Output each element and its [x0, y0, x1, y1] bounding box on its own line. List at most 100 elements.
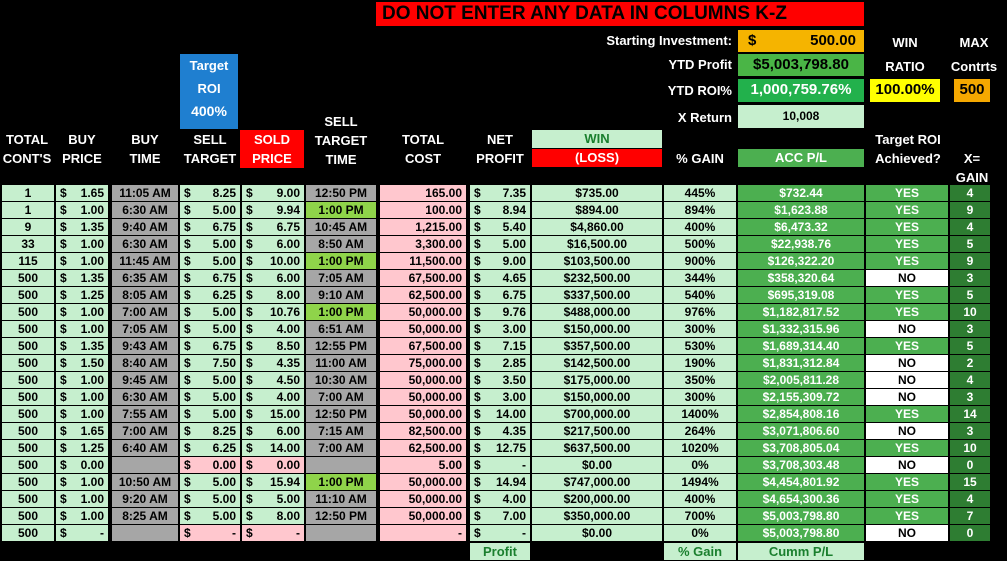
- cell-buy-price[interactable]: $1.35: [56, 270, 108, 286]
- cell-buy-time[interactable]: 8:25 AM: [112, 508, 178, 524]
- cell-target-achieved[interactable]: YES: [866, 474, 948, 490]
- cell-net-profit[interactable]: $7.35: [470, 185, 530, 201]
- cell-gain-pct[interactable]: 400%: [664, 219, 736, 235]
- cell-buy-price[interactable]: $1.00: [56, 372, 108, 388]
- cell-x-gain[interactable]: 10: [950, 304, 990, 320]
- cell-sold-price[interactable]: $6.75: [242, 219, 304, 235]
- cell-contracts[interactable]: 33: [2, 236, 54, 252]
- cell-gain-pct[interactable]: 0%: [664, 525, 736, 541]
- cell-net-profit[interactable]: $14.00: [470, 406, 530, 422]
- cell-gain-pct[interactable]: 1494%: [664, 474, 736, 490]
- cell-win-loss[interactable]: $747,000.00: [532, 474, 662, 490]
- target-roi-box[interactable]: Target ROI 400%: [180, 54, 238, 129]
- cell-contracts[interactable]: 115: [2, 253, 54, 269]
- cell-buy-time[interactable]: [112, 457, 178, 473]
- cell-win-loss[interactable]: $16,500.00: [532, 236, 662, 252]
- cell-sold-price[interactable]: $6.00: [242, 270, 304, 286]
- cell-target-achieved[interactable]: YES: [866, 508, 948, 524]
- cell-sell-time[interactable]: 7:00 AM: [306, 389, 376, 405]
- cell-gain-pct[interactable]: 1400%: [664, 406, 736, 422]
- cell-sell-time[interactable]: 7:05 AM: [306, 270, 376, 286]
- cell-sell-target[interactable]: $ -: [180, 525, 240, 541]
- cell-win-loss[interactable]: $150,000.00: [532, 321, 662, 337]
- cell-sell-target[interactable]: $6.75: [180, 338, 240, 354]
- cell-target-achieved[interactable]: NO: [866, 270, 948, 286]
- cell-sold-price[interactable]: $9.94: [242, 202, 304, 218]
- cell-sell-target[interactable]: $5.00: [180, 389, 240, 405]
- cell-gain-pct[interactable]: 344%: [664, 270, 736, 286]
- cell-win-loss[interactable]: $0.00: [532, 457, 662, 473]
- cell-sell-target[interactable]: $6.25: [180, 440, 240, 456]
- cell-target-achieved[interactable]: NO: [866, 389, 948, 405]
- cell-contracts[interactable]: 500: [2, 457, 54, 473]
- cell-acc-pl[interactable]: $4,654,300.36: [738, 491, 864, 507]
- cell-sell-target[interactable]: $5.00: [180, 236, 240, 252]
- cell-target-achieved[interactable]: YES: [866, 491, 948, 507]
- cell-sold-price[interactable]: $8.00: [242, 508, 304, 524]
- cell-buy-price[interactable]: $1.00: [56, 491, 108, 507]
- cell-contracts[interactable]: 500: [2, 372, 54, 388]
- cell-win-loss[interactable]: $337,500.00: [532, 287, 662, 303]
- cell-win-loss[interactable]: $0.00: [532, 525, 662, 541]
- cell-target-achieved[interactable]: NO: [866, 423, 948, 439]
- cell-acc-pl[interactable]: $3,708,303.48: [738, 457, 864, 473]
- cell-acc-pl[interactable]: $1,623.88: [738, 202, 864, 218]
- cell-acc-pl[interactable]: $732.44: [738, 185, 864, 201]
- cell-sell-time[interactable]: 7:00 AM: [306, 440, 376, 456]
- cell-buy-time[interactable]: 6:30 AM: [112, 389, 178, 405]
- cell-win-loss[interactable]: $150,000.00: [532, 389, 662, 405]
- cell-sell-time[interactable]: 1:00 PM: [306, 202, 376, 218]
- cell-sell-target[interactable]: $6.75: [180, 219, 240, 235]
- cell-sold-price[interactable]: $14.00: [242, 440, 304, 456]
- cell-sell-time[interactable]: 1:00 PM: [306, 253, 376, 269]
- cell-gain-pct[interactable]: 264%: [664, 423, 736, 439]
- cell-gain-pct[interactable]: 530%: [664, 338, 736, 354]
- cell-acc-pl[interactable]: $1,182,817.52: [738, 304, 864, 320]
- cell-net-profit[interactable]: $5.40: [470, 219, 530, 235]
- cell-win-loss[interactable]: $350,000.00: [532, 508, 662, 524]
- cell-gain-pct[interactable]: 300%: [664, 389, 736, 405]
- cell-net-profit[interactable]: $7.00: [470, 508, 530, 524]
- cell-net-profit[interactable]: $7.15: [470, 338, 530, 354]
- cell-net-profit[interactable]: $ -: [470, 525, 530, 541]
- cell-sell-time[interactable]: 7:15 AM: [306, 423, 376, 439]
- starting-investment-field[interactable]: $ 500.00: [738, 30, 864, 52]
- cell-total-cost[interactable]: 50,000.00: [380, 406, 466, 422]
- cell-contracts[interactable]: 500: [2, 287, 54, 303]
- cell-net-profit[interactable]: $ -: [470, 457, 530, 473]
- cell-net-profit[interactable]: $4.65: [470, 270, 530, 286]
- cell-win-loss[interactable]: $232,500.00: [532, 270, 662, 286]
- cell-buy-time[interactable]: 6:30 AM: [112, 236, 178, 252]
- cell-target-achieved[interactable]: NO: [866, 525, 948, 541]
- cell-buy-time[interactable]: 11:45 AM: [112, 253, 178, 269]
- cell-sell-target[interactable]: $5.00: [180, 253, 240, 269]
- cell-gain-pct[interactable]: 0%: [664, 457, 736, 473]
- cell-buy-time[interactable]: 9:20 AM: [112, 491, 178, 507]
- cell-target-achieved[interactable]: YES: [866, 219, 948, 235]
- cell-target-achieved[interactable]: YES: [866, 406, 948, 422]
- cell-total-cost[interactable]: 67,500.00: [380, 270, 466, 286]
- cell-total-cost[interactable]: 5.00: [380, 457, 466, 473]
- cell-acc-pl[interactable]: $1,831,312.84: [738, 355, 864, 371]
- cell-buy-time[interactable]: 9:43 AM: [112, 338, 178, 354]
- cell-sell-time[interactable]: [306, 457, 376, 473]
- cell-sell-target[interactable]: $5.00: [180, 508, 240, 524]
- cell-acc-pl[interactable]: $4,454,801.92: [738, 474, 864, 490]
- cell-target-achieved[interactable]: YES: [866, 253, 948, 269]
- cell-win-loss[interactable]: $142,500.00: [532, 355, 662, 371]
- cell-target-achieved[interactable]: YES: [866, 338, 948, 354]
- cell-total-cost[interactable]: 165.00: [380, 185, 466, 201]
- cell-acc-pl[interactable]: $5,003,798.80: [738, 525, 864, 541]
- cell-total-cost[interactable]: 62,500.00: [380, 440, 466, 456]
- cell-sold-price[interactable]: $15.00: [242, 406, 304, 422]
- cell-buy-time[interactable]: 9:40 AM: [112, 219, 178, 235]
- cell-x-gain[interactable]: 7: [950, 508, 990, 524]
- cell-buy-price[interactable]: $1.65: [56, 185, 108, 201]
- cell-contracts[interactable]: 500: [2, 270, 54, 286]
- cell-sell-target[interactable]: $0.00: [180, 457, 240, 473]
- cell-buy-time[interactable]: 6:40 AM: [112, 440, 178, 456]
- cell-sell-target[interactable]: $8.25: [180, 423, 240, 439]
- cell-acc-pl[interactable]: $2,854,808.16: [738, 406, 864, 422]
- cell-net-profit[interactable]: $9.76: [470, 304, 530, 320]
- cell-buy-time[interactable]: 6:35 AM: [112, 270, 178, 286]
